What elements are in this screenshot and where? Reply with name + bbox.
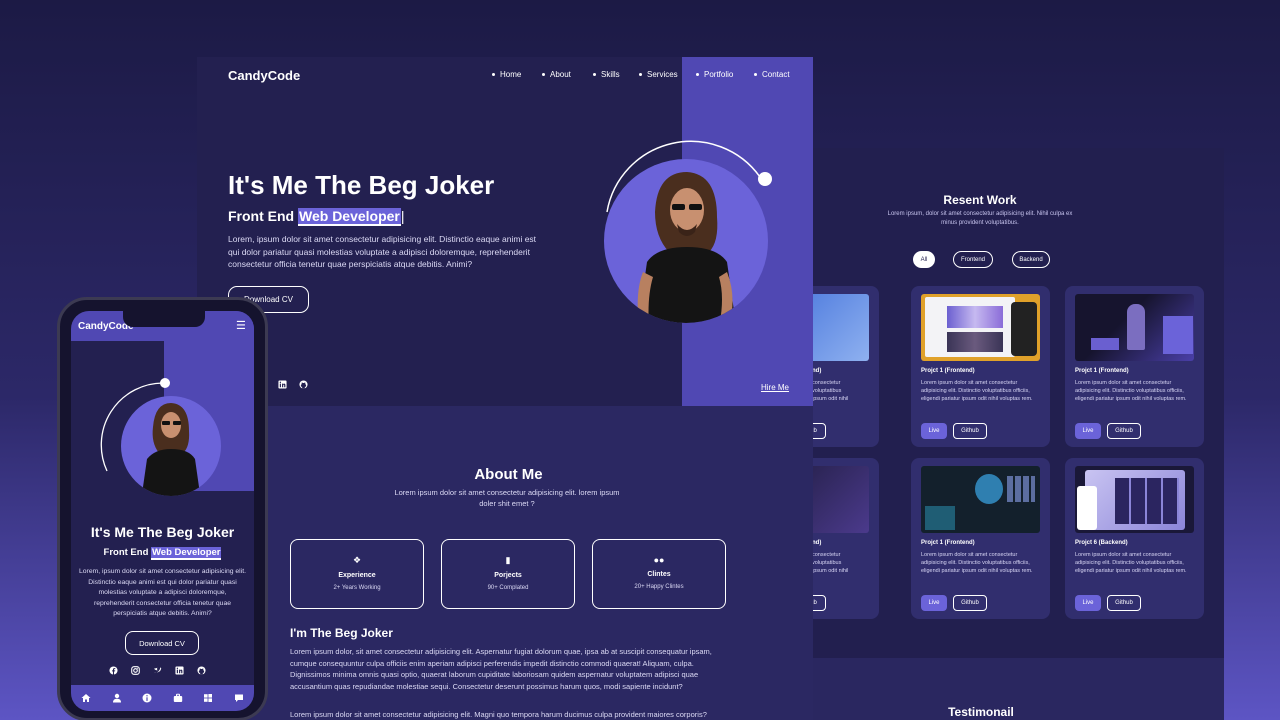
filter-all-button[interactable]: All (913, 251, 935, 268)
phone-hero-highlight: Web Developer (151, 547, 222, 560)
work-card-title: Projct 1 (Frontend) (921, 368, 975, 374)
nav-services[interactable]: Services (639, 70, 678, 79)
github-button[interactable]: Github (1107, 423, 1141, 439)
facebook-icon[interactable] (109, 666, 118, 675)
chat-icon[interactable] (234, 693, 244, 703)
nav-skills[interactable]: Skills (593, 70, 620, 79)
about-description: Lorem ipsum dolor sit amet consectetur a… (394, 488, 620, 508)
users-icon: ●● (653, 555, 665, 565)
nav-contact[interactable]: Contact (754, 70, 790, 79)
work-card-text: Lorem ipsum dolor sit amet consectetur a… (1075, 552, 1187, 575)
about-card-subtitle: 90+ Complated (487, 585, 529, 591)
testimonial-title: Testimonail (948, 705, 1014, 719)
work-card: Projct 6 (Backend) Lorem ipsum dolor sit… (1065, 458, 1204, 619)
about-paragraph: Lorem ipsum dolor, sit amet consectetur … (290, 647, 712, 691)
phone-hero-subheading: Front End Web Developer (103, 547, 222, 560)
about-name: I'm The Beg Joker (290, 626, 393, 640)
phone-hero-paragraph: Lorem, ipsum dolor sit amet consectetur … (79, 568, 246, 618)
work-card-title: nd) (812, 540, 822, 546)
about-title: About Me (474, 466, 543, 483)
about-card-clients: ●● Clintes 20+ Happy Clintes (592, 539, 726, 609)
filter-frontend-button[interactable]: Frontend (953, 251, 993, 268)
live-button[interactable]: Live (921, 595, 947, 611)
phone-download-cv-button[interactable]: Download CV (125, 631, 199, 655)
hamburger-menu-icon[interactable]: ☰ (236, 319, 246, 332)
live-button[interactable]: Live (1075, 423, 1101, 439)
portfolio-description: Lorem ipsum, dolor sit amet consectetur … (887, 211, 1073, 226)
twitter-icon[interactable] (153, 666, 162, 675)
github-button[interactable]: Github (953, 423, 987, 439)
hero-portrait (604, 140, 772, 323)
work-card-title: Projct 6 (Backend) (1075, 540, 1128, 546)
linkedin-icon[interactable] (175, 666, 184, 675)
hire-me-link[interactable]: Hire Me (761, 383, 789, 392)
windows-icon[interactable] (203, 693, 213, 703)
work-card-title: Projct 1 (Frontend) (921, 540, 975, 546)
work-thumbnail (1075, 466, 1194, 533)
github-button[interactable]: Github (1107, 595, 1141, 611)
user-icon[interactable] (112, 693, 122, 703)
phone-social-links (109, 666, 206, 675)
hero-paragraph: Lorem, ipsum dolor sit amet consectetur … (228, 234, 537, 269)
github-icon[interactable] (299, 380, 308, 389)
work-card-text: Lorem ipsum dolor sit amet consectetur a… (921, 552, 1033, 575)
about-card-subtitle: 20+ Happy Clintes (634, 584, 684, 590)
work-card-title: nd) (812, 368, 822, 374)
about-card-experience: ❖ Experience 2+ Years Working (290, 539, 424, 609)
about-card-title: Porjects (494, 572, 522, 579)
live-button[interactable]: Live (1075, 595, 1101, 611)
brand-logo[interactable]: CandyCode (228, 68, 300, 83)
about-card-title: Clintes (647, 571, 671, 578)
work-card-text: Lorem ipsum dolor sit amet consectetur a… (921, 380, 1033, 403)
work-thumbnail (921, 466, 1040, 533)
instagram-icon[interactable] (131, 666, 140, 675)
filter-backend-button[interactable]: Backend (1012, 251, 1050, 268)
briefcase-icon[interactable] (173, 693, 183, 703)
about-card-projects: ▮ Porjects 90+ Complated (441, 539, 575, 609)
home-icon[interactable] (81, 693, 91, 703)
book-icon: ▮ (505, 555, 511, 565)
about-card-title: Experience (338, 572, 376, 579)
linkedin-icon[interactable] (278, 380, 287, 389)
nav-about[interactable]: About (542, 70, 571, 79)
hero-highlight: Web Developer (298, 208, 401, 226)
work-card-text: consectetur voluptatibus ipsum odit nihi… (812, 552, 849, 575)
work-card-text: Lorem ipsum dolor sit amet consectetur a… (1075, 380, 1187, 403)
work-card-title: Projct 1 (Frontend) (1075, 368, 1129, 374)
phone-bottom-nav (71, 685, 254, 711)
work-thumbnail (1075, 294, 1194, 361)
work-card: Projct 1 (Frontend) Lorem ipsum dolor si… (911, 458, 1050, 619)
work-card: Projct 1 (Frontend) Lorem ipsum dolor si… (911, 286, 1050, 447)
work-thumbnail (921, 294, 1040, 361)
github-icon[interactable] (197, 666, 206, 675)
hero-heading: It's Me The Beg Joker (228, 170, 495, 200)
work-card: Projct 1 (Frontend) Lorem ipsum dolor si… (1065, 286, 1204, 447)
about-card-subtitle: 2+ Years Working (333, 585, 381, 591)
info-icon[interactable] (142, 693, 152, 703)
about-paragraph-2: Lorem ipsum dolor sit amet consectetur a… (290, 710, 707, 719)
work-card-text: consectetur voluptatibus ipsum odit nihi… (812, 380, 849, 403)
nav-home[interactable]: Home (492, 70, 521, 79)
portfolio-section: Resent Work Lorem ipsum, dolor sit amet … (790, 148, 1224, 720)
phone-screen: CandyCode ☰ It's Me The Beg Joker Front … (71, 311, 254, 711)
phone-portrait (100, 378, 221, 496)
hero-subheading: Front End Web Developer| (228, 208, 405, 226)
github-button[interactable]: Github (953, 595, 987, 611)
phone-notch (123, 311, 205, 327)
phone-mockup: CandyCode ☰ It's Me The Beg Joker Front … (57, 297, 268, 720)
phone-hero-heading: It's Me The Beg Joker (90, 524, 235, 540)
nav-portfolio[interactable]: Portfolio (696, 70, 733, 79)
live-button[interactable]: Live (921, 423, 947, 439)
website-desktop-view: CandyCode Home About Skills Services Por… (197, 57, 813, 720)
portfolio-title: Resent Work (943, 193, 1017, 207)
award-icon: ❖ (352, 555, 362, 565)
